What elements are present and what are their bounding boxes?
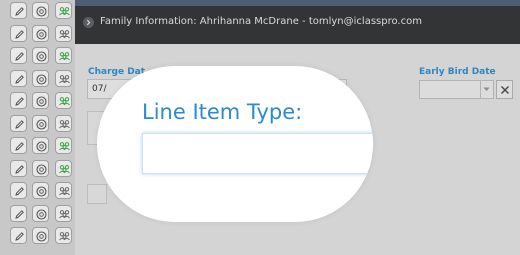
- edit-button[interactable]: [10, 227, 27, 244]
- people-icon: [59, 29, 70, 38]
- row-action-group: [10, 2, 72, 22]
- family-button[interactable]: [55, 24, 72, 42]
- view-button[interactable]: [32, 204, 49, 222]
- people-icon: [59, 142, 70, 151]
- family-button[interactable]: [55, 182, 72, 199]
- row-action-group: [10, 159, 72, 180]
- people-icon: [59, 187, 70, 196]
- edit-button[interactable]: [10, 159, 27, 177]
- row-action-group: [10, 114, 72, 135]
- header-top-strip: [75, 0, 520, 6]
- clear-early-bird-button[interactable]: [496, 80, 513, 99]
- family-button[interactable]: [55, 92, 72, 109]
- row-action-group: [10, 204, 72, 225]
- pencil-icon: [15, 74, 24, 84]
- people-icon: [59, 164, 70, 173]
- pencil-icon: [15, 209, 24, 219]
- row-action-group: [10, 24, 72, 45]
- circle-icon: [36, 118, 47, 130]
- pencil-icon: [15, 97, 24, 106]
- row-actions-column: [0, 0, 76, 255]
- line-item-type-label: Line Item Type:: [142, 100, 303, 124]
- view-button[interactable]: [32, 92, 49, 109]
- hidden-field-box: [87, 184, 107, 204]
- pencil-icon: [15, 7, 24, 16]
- people-icon: [59, 209, 70, 218]
- row-action-group: [10, 227, 72, 247]
- family-button[interactable]: [55, 2, 72, 19]
- family-button[interactable]: [55, 159, 72, 177]
- view-button[interactable]: [32, 182, 49, 199]
- people-icon: [59, 7, 70, 16]
- pencil-icon: [15, 52, 24, 61]
- edit-button[interactable]: [10, 204, 27, 222]
- row-action-group: [10, 137, 72, 157]
- line-item-type-input[interactable]: [142, 133, 373, 174]
- family-button[interactable]: [55, 114, 72, 132]
- early-bird-date-label: Early Bird Date: [419, 67, 496, 77]
- pencil-icon: [15, 142, 24, 151]
- circle-icon: [36, 186, 47, 197]
- edit-button[interactable]: [10, 2, 27, 19]
- view-button[interactable]: [32, 137, 49, 154]
- pencil-icon: [15, 29, 24, 39]
- circle-icon: [36, 141, 47, 152]
- circle-icon: [36, 231, 47, 242]
- view-button[interactable]: [32, 114, 49, 132]
- circle-icon: [36, 6, 47, 17]
- pencil-icon: [15, 232, 24, 241]
- magnifier-callout: Line Item Type:: [97, 66, 373, 222]
- circle-icon: [36, 51, 47, 62]
- circle-icon: [36, 96, 47, 107]
- page: Family Information: Ahrihanna McDrane - …: [0, 0, 520, 255]
- people-icon: [59, 97, 70, 106]
- family-button[interactable]: [55, 69, 72, 87]
- pencil-icon: [15, 164, 24, 174]
- row-action-group: [10, 47, 72, 67]
- row-action-group: [10, 182, 72, 202]
- view-button[interactable]: [32, 47, 49, 64]
- people-icon: [59, 232, 70, 241]
- pencil-icon: [15, 187, 24, 196]
- modal-header: Family Information: Ahrihanna McDrane - …: [75, 0, 520, 44]
- people-icon: [59, 119, 70, 128]
- edit-button[interactable]: [10, 47, 27, 64]
- circle-icon: [36, 73, 47, 85]
- edit-button[interactable]: [10, 24, 27, 42]
- family-button[interactable]: [55, 137, 72, 154]
- family-button[interactable]: [55, 227, 72, 244]
- edit-button[interactable]: [10, 69, 27, 87]
- family-button[interactable]: [55, 204, 72, 222]
- view-button[interactable]: [32, 2, 49, 19]
- view-button[interactable]: [32, 24, 49, 42]
- circle-icon: [36, 208, 47, 220]
- people-icon: [59, 74, 70, 83]
- row-action-group: [10, 69, 72, 90]
- dropdown-arrow-icon[interactable]: [480, 81, 493, 98]
- edit-button[interactable]: [10, 182, 27, 199]
- view-button[interactable]: [32, 69, 49, 87]
- people-icon: [59, 52, 70, 61]
- edit-button[interactable]: [10, 92, 27, 109]
- pencil-icon: [15, 119, 24, 129]
- modal-title: Family Information: Ahrihanna McDrane - …: [100, 16, 422, 27]
- circle-icon: [36, 28, 47, 40]
- collapse-toggle-button[interactable]: [83, 17, 94, 28]
- family-button[interactable]: [55, 47, 72, 64]
- view-button[interactable]: [32, 227, 49, 244]
- row-action-group: [10, 92, 72, 112]
- circle-icon: [36, 163, 47, 175]
- early-bird-date-select[interactable]: [419, 80, 494, 99]
- edit-button[interactable]: [10, 137, 27, 154]
- edit-button[interactable]: [10, 114, 27, 132]
- view-button[interactable]: [32, 159, 49, 177]
